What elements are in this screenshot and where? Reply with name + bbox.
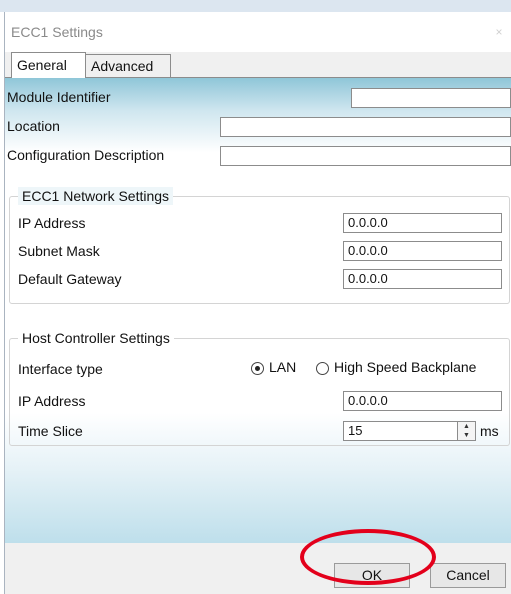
window-title: ECC1 Settings (11, 24, 103, 40)
time-slice-stepper[interactable]: ▲ ▼ (458, 421, 476, 441)
stepper-up-icon[interactable]: ▲ (458, 422, 475, 431)
settings-dialog: ECC1 Settings × General Advanced Module … (4, 12, 511, 594)
configuration-description-input[interactable] (220, 146, 511, 166)
interface-type-label: Interface type (18, 361, 103, 377)
high-speed-backplane-radio[interactable] (316, 362, 329, 375)
location-label: Location (7, 118, 60, 134)
time-slice-input[interactable]: 15 (343, 421, 458, 441)
background-strip (0, 0, 511, 12)
module-identifier-label: Module Identifier (7, 89, 111, 105)
time-slice-unit: ms (480, 423, 499, 439)
title-bar: ECC1 Settings × (5, 12, 511, 52)
network-settings-title: ECC1 Network Settings (18, 187, 174, 205)
dialog-footer: OK Cancel (5, 557, 511, 594)
lan-radio[interactable] (251, 362, 264, 375)
high-speed-backplane-label[interactable]: High Speed Backplane (334, 359, 476, 375)
network-ip-label: IP Address (18, 215, 86, 231)
general-panel: Module Identifier Location Configuration… (5, 77, 511, 543)
default-gateway-input[interactable]: 0.0.0.0 (343, 269, 502, 289)
location-input[interactable] (220, 117, 511, 137)
configuration-description-label: Configuration Description (7, 147, 165, 163)
lan-radio-label[interactable]: LAN (269, 359, 296, 375)
host-settings-title: Host Controller Settings (18, 329, 174, 347)
time-slice-label: Time Slice (18, 423, 83, 439)
cancel-button[interactable]: Cancel (430, 563, 506, 588)
network-settings-group: ECC1 Network Settings IP Address 0.0.0.0… (9, 187, 510, 304)
host-ip-label: IP Address (18, 393, 86, 409)
close-icon[interactable]: × (489, 22, 509, 42)
network-ip-input[interactable]: 0.0.0.0 (343, 213, 502, 233)
subnet-mask-label: Subnet Mask (18, 243, 100, 259)
host-ip-input[interactable]: 0.0.0.0 (343, 391, 502, 411)
subnet-mask-input[interactable]: 0.0.0.0 (343, 241, 502, 261)
tab-general[interactable]: General (11, 52, 86, 78)
ok-button[interactable]: OK (334, 563, 410, 588)
stepper-down-icon[interactable]: ▼ (458, 431, 475, 440)
host-settings-group: Host Controller Settings Interface type … (9, 329, 510, 446)
tab-advanced[interactable]: Advanced (85, 54, 171, 78)
default-gateway-label: Default Gateway (18, 271, 122, 287)
module-identifier-input[interactable] (351, 88, 511, 108)
